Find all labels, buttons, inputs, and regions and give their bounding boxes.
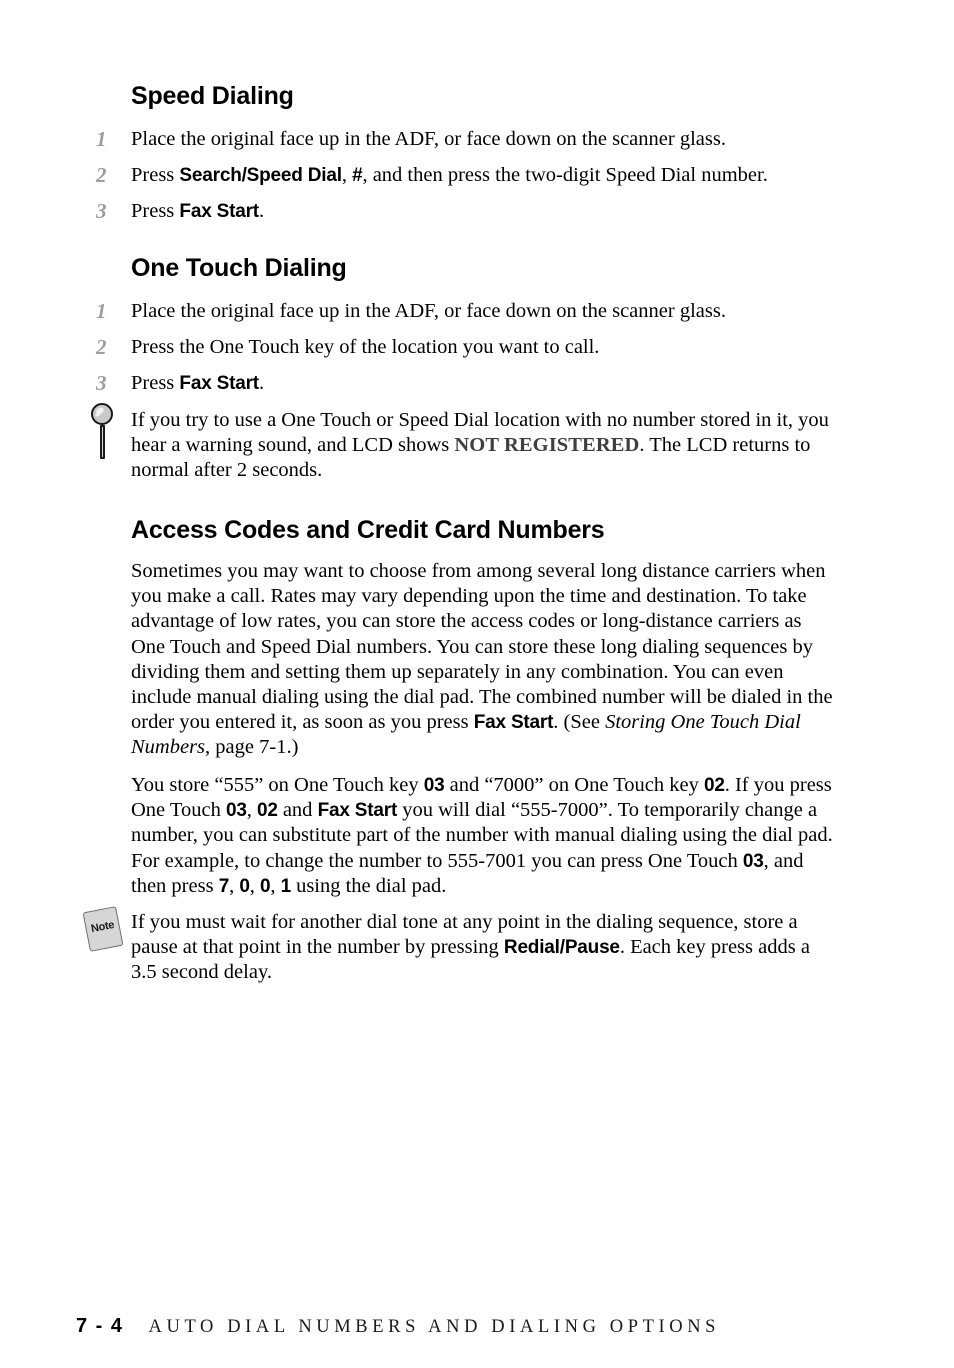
step-text: Press Fax Start. <box>131 370 836 397</box>
step-number: 1 <box>96 127 107 151</box>
key-name-fax-start: Fax Start <box>317 800 398 822</box>
one-touch-key-03: 03 <box>423 775 445 796</box>
dial-pad-key-7: 7 <box>218 875 230 897</box>
heading-speed-dialing: Speed Dialing <box>131 82 294 110</box>
paragraph-part: . (See <box>553 711 606 734</box>
step-item: 2 Press the One Touch key of the locatio… <box>96 334 836 360</box>
step-number: 2 <box>96 163 107 187</box>
step-number: 2 <box>96 335 107 359</box>
note-icon-label: Note <box>90 918 116 936</box>
paragraph-access-codes-intro: Sometimes you may want to choose from am… <box>131 559 834 761</box>
step-text-part: Press <box>131 372 180 394</box>
footer-chapter-title: AUTO DIAL NUMBERS AND DIALING OPTIONS <box>148 1317 721 1337</box>
step-item: 3 Press Fax Start. <box>96 198 836 225</box>
one-touch-key-02: 02 <box>703 775 725 796</box>
document-page: Speed Dialing 1 Place the original face … <box>0 0 954 1368</box>
step-text: Press Fax Start. <box>131 198 836 225</box>
dial-pad-key-0: 0 <box>259 875 271 897</box>
step-text-part: . <box>258 200 265 222</box>
step-text-part: Press <box>131 164 180 186</box>
heading-access-codes: Access Codes and Credit Card Numbers <box>131 516 605 544</box>
key-name-hash: # <box>352 165 363 186</box>
paragraph-part: , <box>246 799 257 822</box>
paragraph-part: and “7000” on One Touch key <box>444 774 704 796</box>
step-number: 3 <box>96 371 107 395</box>
paragraph-part: Sometimes you may want to choose from am… <box>131 560 833 734</box>
one-touch-key-03: 03 <box>742 850 764 872</box>
step-text: Place the original face up in the ADF, o… <box>131 128 726 150</box>
page-footer: 7 - 4 AUTO DIAL NUMBERS AND DIALING OPTIO… <box>76 1315 720 1338</box>
key-name-redial-pause: Redial/Pause <box>503 937 620 959</box>
step-text-part: , <box>341 164 353 186</box>
one-touch-key-03: 03 <box>225 800 247 822</box>
step-item: 2 Press Search/Speed Dial, #, and then p… <box>96 162 836 189</box>
paragraph-part: , <box>249 874 260 897</box>
step-number: 1 <box>96 299 107 323</box>
step-text: Press the One Touch key of the location … <box>131 336 600 358</box>
note-icon: Note <box>82 906 124 952</box>
step-text-part: Press <box>131 200 180 222</box>
step-text: Press Search/Speed Dial, #, and then pre… <box>131 162 836 189</box>
paragraph-part: using the dial pad. <box>290 874 447 897</box>
key-name-fax-start: Fax Start <box>473 712 554 734</box>
magnifier-icon <box>90 403 120 461</box>
dial-pad-key-0: 0 <box>239 875 250 897</box>
note-callout: If you must wait for another dial tone a… <box>131 910 834 986</box>
paragraph-part: You store “555” on One Touch key <box>131 774 424 796</box>
paragraph-part: , page 7-1.) <box>205 736 299 759</box>
key-name-search-speed-dial: Search/Speed Dial <box>179 165 342 186</box>
paragraph-part: , <box>229 874 240 897</box>
step-text: Place the original face up in the ADF, o… <box>131 300 726 322</box>
lcd-message: NOT REGISTERED <box>454 434 640 457</box>
paragraph-part: , <box>270 874 281 897</box>
heading-one-touch-dialing: One Touch Dialing <box>131 254 347 282</box>
one-touch-key-02: 02 <box>256 800 278 822</box>
tip-note: If you try to use a One Touch or Speed D… <box>131 408 834 484</box>
dial-pad-key-1: 1 <box>280 875 292 897</box>
step-text-part: , and then press the two-digit Speed Dia… <box>362 164 768 186</box>
key-name-fax-start: Fax Start <box>179 201 259 222</box>
footer-page-number: 7 - 4 <box>76 1315 124 1337</box>
step-item: 1 Place the original face up in the ADF,… <box>96 298 836 324</box>
step-number: 3 <box>96 199 107 223</box>
magnifier-handle <box>99 425 105 459</box>
step-item: 3 Press Fax Start. <box>96 370 836 397</box>
paragraph-part: and <box>277 799 318 822</box>
step-item: 1 Place the original face up in the ADF,… <box>96 126 836 152</box>
key-name-fax-start: Fax Start <box>179 373 259 394</box>
paragraph-access-codes-example: You store “555” on One Touch key 03 and … <box>131 773 834 899</box>
step-text-part: . <box>258 372 265 394</box>
